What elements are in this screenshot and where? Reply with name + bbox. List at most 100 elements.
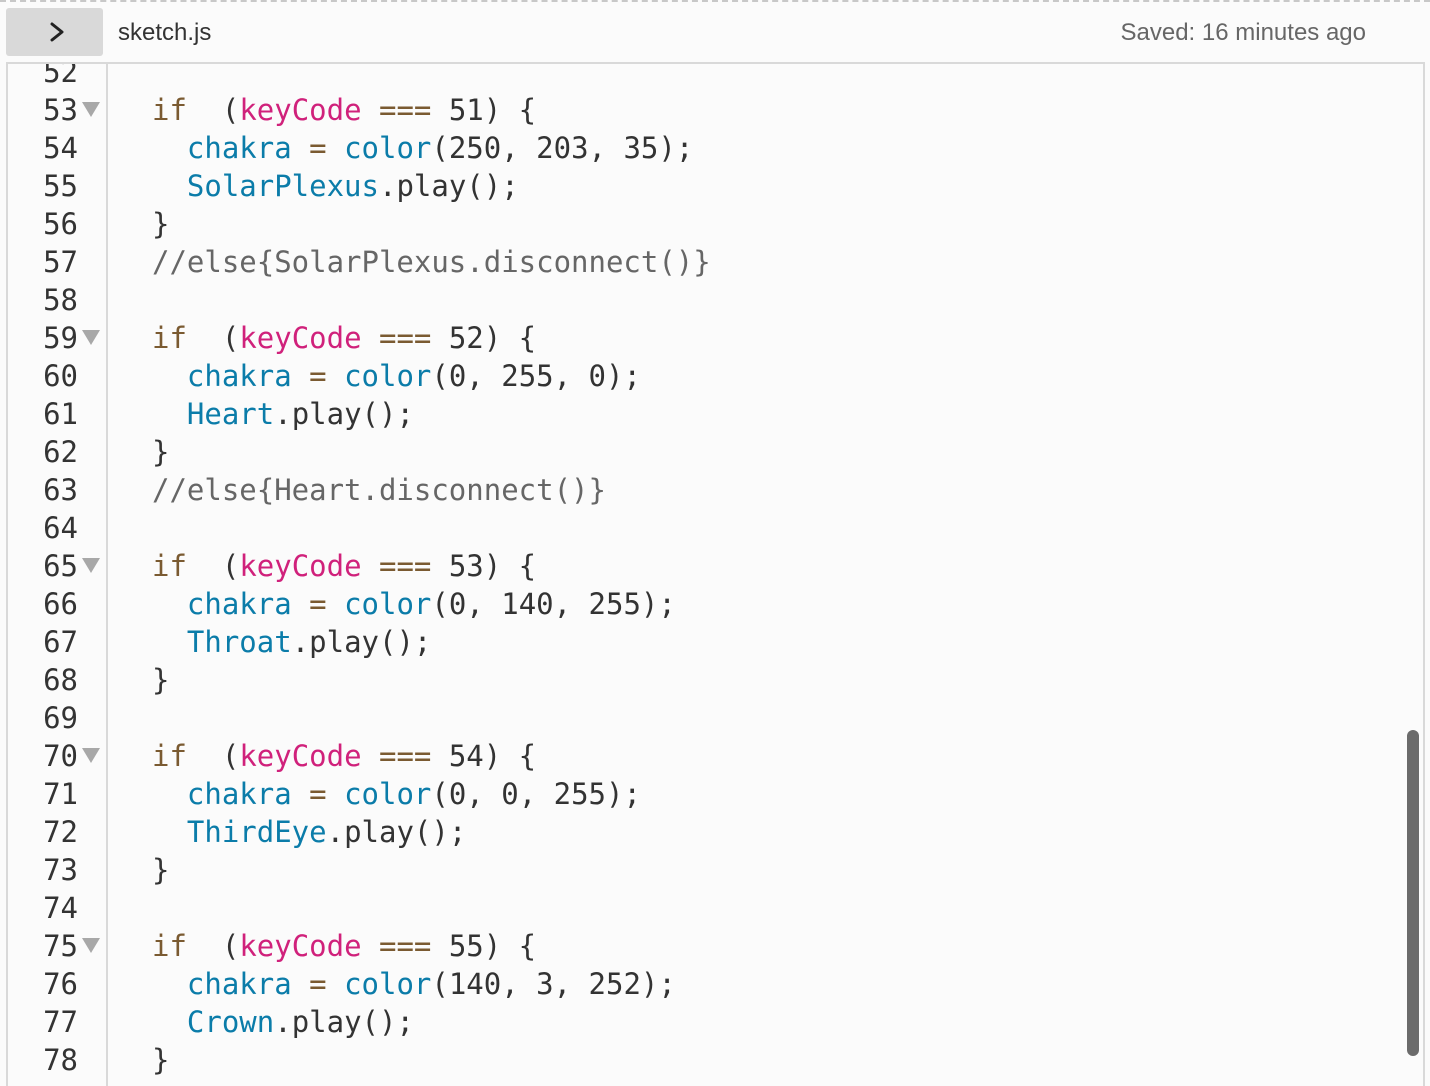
code-token: (140, 3, 252); — [431, 967, 676, 1001]
code-line[interactable]: 72 ThirdEye.play(); — [8, 813, 1423, 851]
vertical-scrollbar[interactable] — [1407, 730, 1419, 1056]
code-line[interactable]: 61 Heart.play(); — [8, 395, 1423, 433]
code-token: keyCode — [239, 321, 362, 355]
code-line[interactable]: 68} — [8, 661, 1423, 699]
code-line[interactable]: 62} — [8, 433, 1423, 471]
code-line[interactable]: 64 — [8, 509, 1423, 547]
code-line[interactable]: 58 — [8, 281, 1423, 319]
code-line[interactable]: 67 Throat.play(); — [8, 623, 1423, 661]
code-line[interactable]: 69 — [8, 699, 1423, 737]
code-token: Heart — [186, 397, 275, 431]
code-text: } — [152, 851, 169, 889]
code-line[interactable]: 73} — [8, 851, 1423, 889]
line-number: 60 — [43, 359, 78, 393]
file-name[interactable]: sketch.js — [118, 18, 211, 48]
line-number: 70 — [43, 739, 78, 773]
code-line[interactable]: 55 SolarPlexus.play(); — [8, 167, 1423, 205]
line-number: 55 — [43, 169, 78, 203]
code-token: .play(); — [291, 625, 432, 659]
code-text: chakra = color(0, 0, 255); — [152, 775, 641, 813]
code-text: } — [152, 205, 169, 243]
code-token: === — [361, 739, 449, 773]
line-number: 67 — [43, 625, 78, 659]
code-text: SolarPlexus.play(); — [152, 167, 519, 205]
code-token: if — [152, 549, 187, 583]
code-editor[interactable]: 52 53 if (keyCode === 51) {54 chakra = col… — [6, 62, 1425, 1086]
code-token: if — [152, 739, 187, 773]
code-token: color — [344, 967, 432, 1001]
line-number: 58 — [43, 283, 78, 317]
fold-arrow-icon[interactable] — [82, 748, 100, 763]
code-token: //else{Heart.disconnect()} — [152, 473, 606, 507]
line-number: 66 — [43, 587, 78, 621]
code-token: if — [152, 93, 187, 127]
code-token: SolarPlexus — [186, 169, 379, 203]
code-line[interactable]: 53 if (keyCode === 51) { — [8, 91, 1423, 129]
code-token: chakra — [186, 587, 292, 621]
code-line[interactable]: 78} — [8, 1041, 1423, 1079]
fold-arrow-icon[interactable] — [82, 102, 100, 117]
code-token: === — [361, 929, 449, 963]
code-line[interactable]: 63 //else{Heart.disconnect()} — [8, 471, 1423, 509]
code-token: === — [361, 549, 449, 583]
line-number: 56 — [43, 207, 78, 241]
code-line[interactable]: 57 //else{SolarPlexus.disconnect()} — [8, 243, 1423, 281]
line-number: 61 — [43, 397, 78, 431]
line-number: 76 — [43, 967, 78, 1001]
code-token: ( — [186, 739, 240, 773]
code-line[interactable]: 70 if (keyCode === 54) { — [8, 737, 1423, 775]
code-token: Throat — [186, 625, 292, 659]
code-line[interactable]: 75 if (keyCode === 55) { — [8, 927, 1423, 965]
code-line[interactable]: 77 Crown.play(); — [8, 1003, 1423, 1041]
code-token: = — [291, 967, 345, 1001]
code-lines[interactable]: 52 53 if (keyCode === 51) {54 chakra = col… — [8, 62, 1423, 1079]
code-line[interactable]: 71 chakra = color(0, 0, 255); — [8, 775, 1423, 813]
code-line[interactable]: 56} — [8, 205, 1423, 243]
code-text: if (keyCode === 52) { — [152, 319, 536, 357]
code-text: } — [152, 433, 169, 471]
code-token: keyCode — [239, 549, 362, 583]
code-token: keyCode — [239, 93, 362, 127]
code-token: 53) { — [448, 549, 537, 583]
fold-arrow-icon[interactable] — [82, 330, 100, 345]
code-text: Throat.play(); — [152, 623, 431, 661]
code-token: chakra — [186, 359, 292, 393]
code-token: color — [344, 359, 432, 393]
code-line[interactable]: 52 — [8, 62, 1423, 91]
line-number: 75 — [43, 929, 78, 963]
code-text: ThirdEye.play(); — [152, 813, 466, 851]
fold-arrow-icon[interactable] — [82, 938, 100, 953]
code-token: keyCode — [239, 739, 362, 773]
code-token: ( — [186, 929, 240, 963]
code-token: = — [291, 777, 345, 811]
fold-arrow-icon[interactable] — [82, 558, 100, 573]
line-number: 72 — [43, 815, 78, 849]
code-token: .play(); — [274, 1005, 414, 1039]
code-text: Heart.play(); — [152, 395, 414, 433]
saved-status: Saved: 16 minutes ago — [1120, 19, 1367, 46]
code-line[interactable]: 54 chakra = color(250, 203, 35); — [8, 129, 1423, 167]
code-token: } — [152, 435, 170, 469]
code-line[interactable]: 60 chakra = color(0, 255, 0); — [8, 357, 1423, 395]
line-number: 73 — [43, 853, 78, 887]
code-token: ( — [186, 93, 240, 127]
code-line[interactable]: 66 chakra = color(0, 140, 255); — [8, 585, 1423, 623]
line-number: 74 — [43, 891, 78, 925]
code-line[interactable]: 74 — [8, 889, 1423, 927]
code-line[interactable]: 59 if (keyCode === 52) { — [8, 319, 1423, 357]
line-number: 64 — [43, 511, 78, 545]
line-number: 54 — [43, 131, 78, 165]
code-token: (0, 255, 0); — [431, 359, 641, 393]
code-token: = — [291, 131, 345, 165]
sidebar-toggle-button[interactable] — [6, 8, 103, 56]
code-line[interactable]: 76 chakra = color(140, 3, 252); — [8, 965, 1423, 1003]
line-number: 52 — [43, 62, 78, 89]
code-line[interactable]: 65 if (keyCode === 53) { — [8, 547, 1423, 585]
code-token: if — [152, 321, 187, 355]
code-token: ThirdEye — [186, 815, 327, 849]
